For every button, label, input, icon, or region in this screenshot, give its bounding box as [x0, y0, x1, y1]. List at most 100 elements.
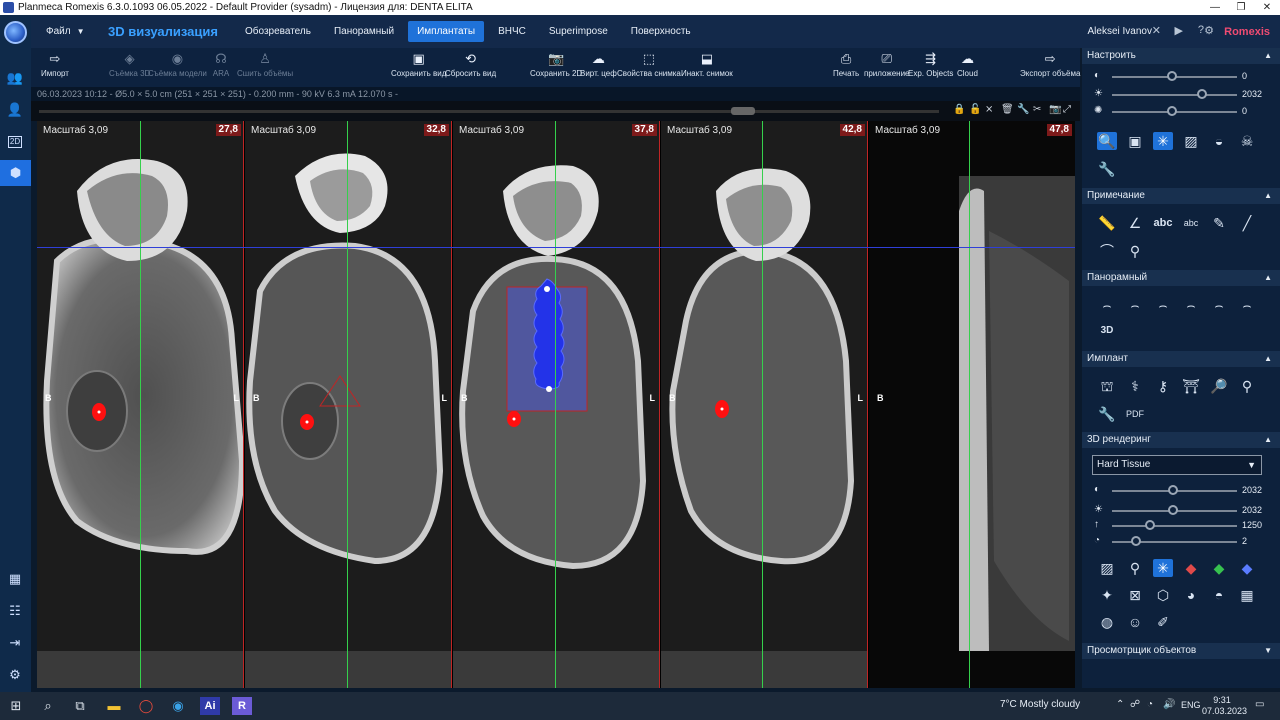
notifications-icon[interactable]: ▭: [1255, 699, 1264, 710]
implant-tools-icon[interactable]: 🔧: [1097, 405, 1117, 423]
cross-section-viewer[interactable]: Масштаб 3,09 27,8 B L Масштаб 3,09 32,8 …: [37, 121, 1075, 688]
romexis-taskbar-icon[interactable]: R: [232, 697, 252, 715]
tab-surface[interactable]: Поверхность: [622, 21, 700, 42]
system-clock[interactable]: 9:31 07.03.2023: [1202, 695, 1247, 717]
skull-icon[interactable]: ☠: [1237, 132, 1257, 150]
inactive-image-button[interactable]: ⬓ Инакт. снимок: [681, 51, 733, 78]
lock-open-icon[interactable]: 🔓: [969, 104, 981, 115]
draw-icon[interactable]: ✎: [1209, 214, 1229, 232]
language-indicator[interactable]: ENG: [1181, 700, 1201, 710]
render-eraser-icon[interactable]: ✐: [1153, 613, 1173, 631]
slider-thumb[interactable]: [1168, 485, 1178, 495]
helmet-icon[interactable]: ◒: [1209, 132, 1229, 150]
collapse-icon[interactable]: ▲: [1264, 270, 1272, 286]
wrench-icon[interactable]: 🔧: [1097, 160, 1117, 178]
save-view-button[interactable]: ▣ Сохранить вид: [391, 51, 446, 78]
render-sphere-icon[interactable]: ◍: [1097, 613, 1117, 631]
search-icon[interactable]: ⌕: [38, 697, 58, 715]
tab-panoramic[interactable]: Панорамный: [325, 21, 403, 42]
export-objects-button[interactable]: ⇶ Exp. Objects: [908, 51, 953, 78]
image-properties-button[interactable]: ⬚ Свойства снимка: [617, 51, 681, 78]
render-image-icon[interactable]: ▨: [1097, 559, 1117, 577]
save-2d-button[interactable]: 📷 Сохранить 2D: [530, 51, 582, 78]
render-head-icon[interactable]: ◕: [1181, 586, 1201, 604]
pano-flip-icon[interactable]: ⌢: [1237, 296, 1257, 314]
snapshot-icon[interactable]: 📷: [1049, 104, 1061, 115]
render-threshold-slider[interactable]: ↑ 1250: [1082, 519, 1280, 533]
slider-track[interactable]: [1112, 525, 1237, 527]
render-face-icon[interactable]: ☺: [1125, 613, 1145, 631]
ruler-icon[interactable]: 📏: [1097, 214, 1117, 232]
tab-implants[interactable]: Имплантаты: [408, 21, 485, 42]
reset-view-button[interactable]: ⟲ Сбросить вид: [445, 51, 496, 78]
opera-icon[interactable]: ◯: [136, 697, 156, 715]
collapse-icon[interactable]: ▲: [1264, 351, 1272, 367]
edge-icon[interactable]: ◉: [168, 697, 188, 715]
tooth-icon[interactable]: ⚲: [1125, 242, 1145, 260]
lock-icon[interactable]: 🔒: [953, 104, 965, 115]
trash-icon[interactable]: 🗑: [1001, 104, 1014, 115]
tree-icon[interactable]: ☷: [4, 602, 26, 620]
render-cube-icon[interactable]: ✦: [1097, 586, 1117, 604]
windows-start-icon[interactable]: ⊞: [6, 697, 26, 715]
file-menu[interactable]: Файл ▼: [46, 26, 108, 37]
render-opacity-slider[interactable]: ◔ 2: [1082, 535, 1280, 549]
close-button[interactable]: ✕: [1254, 2, 1280, 13]
expand-icon[interactable]: ▼: [1264, 643, 1272, 659]
slider-thumb[interactable]: [1197, 89, 1207, 99]
render-box-icon[interactable]: ⬡: [1153, 586, 1173, 604]
print-button[interactable]: ⎙ Печать: [833, 51, 859, 78]
slider-thumb[interactable]: [1167, 106, 1177, 116]
render-light-icon[interactable]: ⚲: [1125, 559, 1145, 577]
curve-icon[interactable]: ⌒: [1097, 242, 1117, 260]
tab-browser[interactable]: Обозреватель: [236, 21, 320, 42]
implant-crown-icon[interactable]: ⛫: [1097, 377, 1117, 395]
object-viewer-section-header[interactable]: Просмотрщик объектов ▼: [1082, 643, 1280, 659]
mirror-icon[interactable]: ⨯: [985, 104, 993, 115]
tab-superimpose[interactable]: Superimpose: [540, 21, 617, 42]
angle-icon[interactable]: ∠: [1125, 214, 1145, 232]
volume-icon[interactable]: 🔊: [1163, 699, 1175, 710]
gamma-slider[interactable]: ✺ 0: [1082, 105, 1280, 119]
render-crop-icon[interactable]: ⊠: [1125, 586, 1145, 604]
cross-section-pane-5[interactable]: Масштаб 3,09 47,8 B: [869, 121, 1075, 688]
implant-screw-icon[interactable]: ⚷: [1153, 377, 1173, 395]
task-view-icon[interactable]: ⧉: [70, 697, 90, 715]
pano-curve-icon[interactable]: ⌢: [1097, 296, 1117, 314]
capture-3d-button[interactable]: ◈ Съёмка 3D: [109, 51, 150, 78]
brightness-slider[interactable]: ☀ 2032: [1082, 88, 1280, 102]
collapse-icon[interactable]: ▲: [1264, 48, 1272, 64]
implant-section-header[interactable]: Имплант ▲: [1082, 351, 1280, 367]
expand-icon[interactable]: ⤢: [1063, 104, 1071, 115]
weather-widget[interactable]: 7°C Mostly cloudy: [1000, 699, 1080, 710]
video-icon[interactable]: ▶: [1175, 24, 1183, 37]
cross-section-pane-4[interactable]: Масштаб 3,09 42,8 B L: [661, 121, 868, 688]
nerve-marker-4[interactable]: [714, 399, 730, 419]
collapse-icon[interactable]: ▲: [1264, 188, 1272, 204]
slider-thumb[interactable]: [1167, 71, 1177, 81]
cloud-button[interactable]: ☁ Cloud: [957, 51, 978, 78]
line-icon[interactable]: ╱: [1237, 214, 1257, 232]
help-icon[interactable]: ?: [1198, 24, 1204, 36]
module-3d-icon[interactable]: ⬢: [0, 160, 31, 186]
user-icon[interactable]: 👤: [4, 101, 26, 119]
implant-tooth-icon[interactable]: ⚲: [1237, 377, 1257, 395]
render-contrast-slider[interactable]: ◐ 2032: [1082, 484, 1280, 498]
exit-icon[interactable]: ⇥: [4, 634, 26, 652]
slice-scroll-thumb[interactable]: [731, 107, 755, 115]
crosshair-icon[interactable]: ✳: [1153, 132, 1173, 150]
romexis-logo-icon[interactable]: [4, 21, 27, 44]
cross-section-pane-3[interactable]: Масштаб 3,09 37,8 B L: [453, 121, 660, 688]
stitch-volumes-button[interactable]: ♙ Сшить объёмы: [237, 51, 293, 78]
render-palette-icon[interactable]: ▦: [1237, 586, 1257, 604]
fit-view-icon[interactable]: ▣: [1125, 132, 1145, 150]
schedule-icon[interactable]: ▦: [4, 570, 26, 588]
pano-delete-icon[interactable]: ⌢: [1125, 296, 1145, 314]
user-name[interactable]: Aleksei Ivanov: [1088, 26, 1152, 37]
pano-auto-icon[interactable]: ⌢: [1209, 296, 1229, 314]
tool-icon[interactable]: ✂: [1033, 104, 1041, 115]
render-crosshair-icon[interactable]: ✳: [1153, 559, 1173, 577]
ai-app-icon[interactable]: Ai: [200, 697, 220, 715]
close-patient-icon[interactable]: ✕: [1152, 24, 1161, 37]
green-plane-icon[interactable]: ◆: [1209, 559, 1229, 577]
